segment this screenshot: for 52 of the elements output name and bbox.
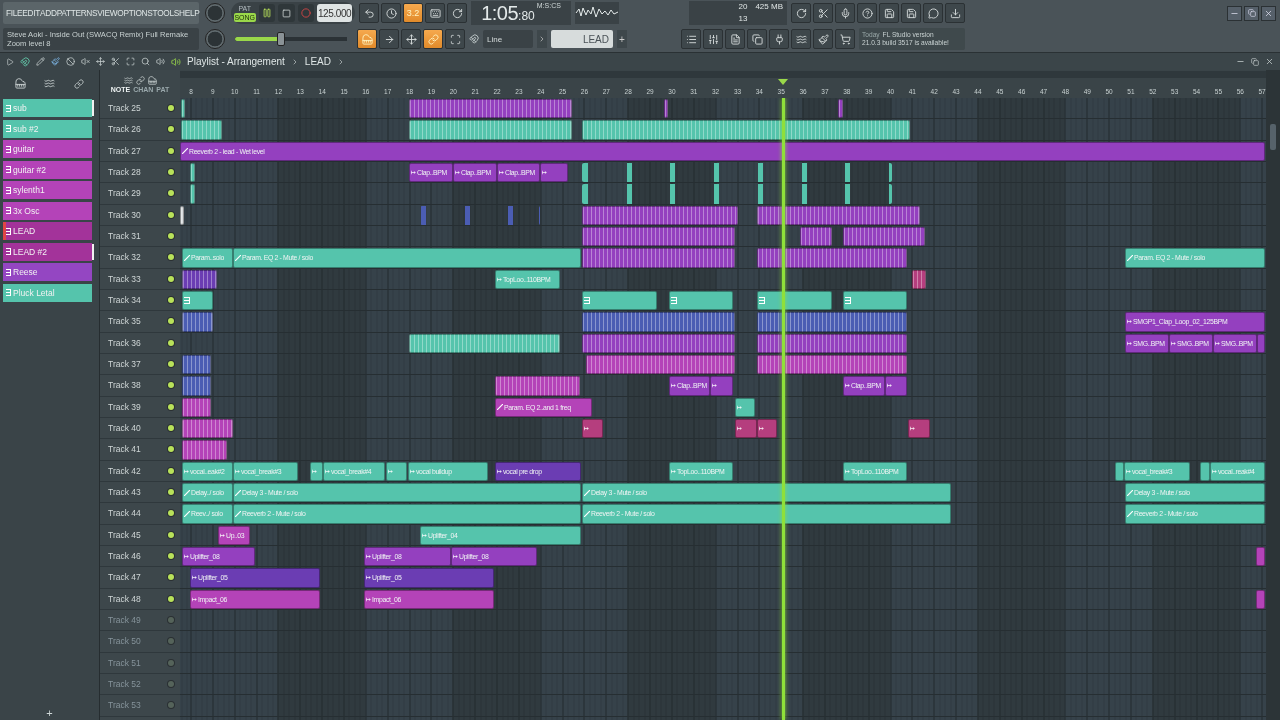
breadcrumb-link[interactable]: LEAD — [304, 56, 331, 67]
channel-item[interactable]: guitar #2 — [3, 160, 92, 179]
channel-item[interactable]: LEAD — [3, 222, 92, 240]
track-name[interactable]: Track 48 — [108, 593, 141, 604]
track-name[interactable]: Track 26 — [108, 124, 141, 135]
track-name[interactable]: Track 32 — [108, 252, 141, 263]
track-name[interactable]: Track 37 — [108, 359, 141, 370]
cpu-panel: 20 425 MB 13 — [689, 1, 787, 25]
menu-item[interactable]: FILE — [6, 8, 23, 18]
track-name[interactable]: Track 44 — [108, 508, 141, 519]
track-name[interactable]: Track 52 — [108, 679, 141, 689]
add-button[interactable]: + — [42, 706, 57, 720]
track-name[interactable]: Track 41 — [108, 444, 141, 455]
tempo-field[interactable]: 125.000 — [317, 4, 352, 22]
menu-item[interactable]: OPTIONS — [117, 8, 153, 18]
track-name[interactable]: Track 28 — [108, 167, 141, 178]
add-pattern-button[interactable]: + — [617, 30, 627, 48]
track-name[interactable]: Track 42 — [108, 465, 141, 476]
playlist-title: Playlist - Arrangement — [187, 56, 285, 67]
menu-item[interactable]: ADD — [40, 8, 57, 18]
menu-item[interactable]: PATTERNS — [56, 8, 98, 18]
track-name[interactable]: Track 31 — [108, 231, 141, 242]
track-name[interactable]: Track 39 — [108, 401, 141, 412]
track-name[interactable]: Track 51 — [108, 657, 141, 668]
channel-item[interactable]: 3x Osc — [3, 201, 92, 220]
track-name[interactable]: Track 33 — [108, 273, 141, 284]
menu-item[interactable]: VIEW — [97, 8, 118, 18]
menu-item[interactable]: TOOLS — [152, 8, 180, 18]
pattern-selector[interactable]: LEAD — [551, 30, 613, 48]
channel-item[interactable]: sylenth1 — [3, 181, 92, 199]
track-name[interactable]: Track 40 — [108, 423, 141, 434]
track-name[interactable]: Track 47 — [108, 572, 141, 583]
track-name[interactable]: Track 25 — [108, 103, 141, 114]
track-name[interactable]: Track 45 — [108, 529, 141, 540]
track-name[interactable]: Track 36 — [108, 337, 141, 348]
track-name[interactable]: Track 35 — [108, 316, 141, 327]
track-name[interactable]: Track 38 — [108, 380, 141, 391]
track-name[interactable]: Track 46 — [108, 551, 141, 562]
snap-dropdown[interactable]: Line — [483, 30, 533, 48]
channel-item[interactable]: LEAD #2 — [3, 242, 92, 261]
track-name[interactable]: Track 30 — [108, 209, 141, 220]
track-name[interactable]: Track 49 — [108, 615, 141, 626]
menu-item[interactable]: EDIT — [22, 8, 41, 18]
channel-item[interactable]: Reese — [3, 263, 92, 281]
menu-item[interactable]: HELP — [179, 8, 200, 18]
track-name[interactable]: Track 34 — [108, 295, 141, 306]
track-name[interactable]: Track 50 — [108, 636, 141, 647]
track-name[interactable]: Track 27 — [108, 145, 141, 156]
track-name[interactable]: Track 53 — [108, 700, 141, 711]
track-name[interactable]: Track 43 — [108, 487, 141, 498]
track-name[interactable]: Track 29 — [108, 188, 141, 199]
channel-item[interactable]: guitar — [3, 140, 92, 158]
